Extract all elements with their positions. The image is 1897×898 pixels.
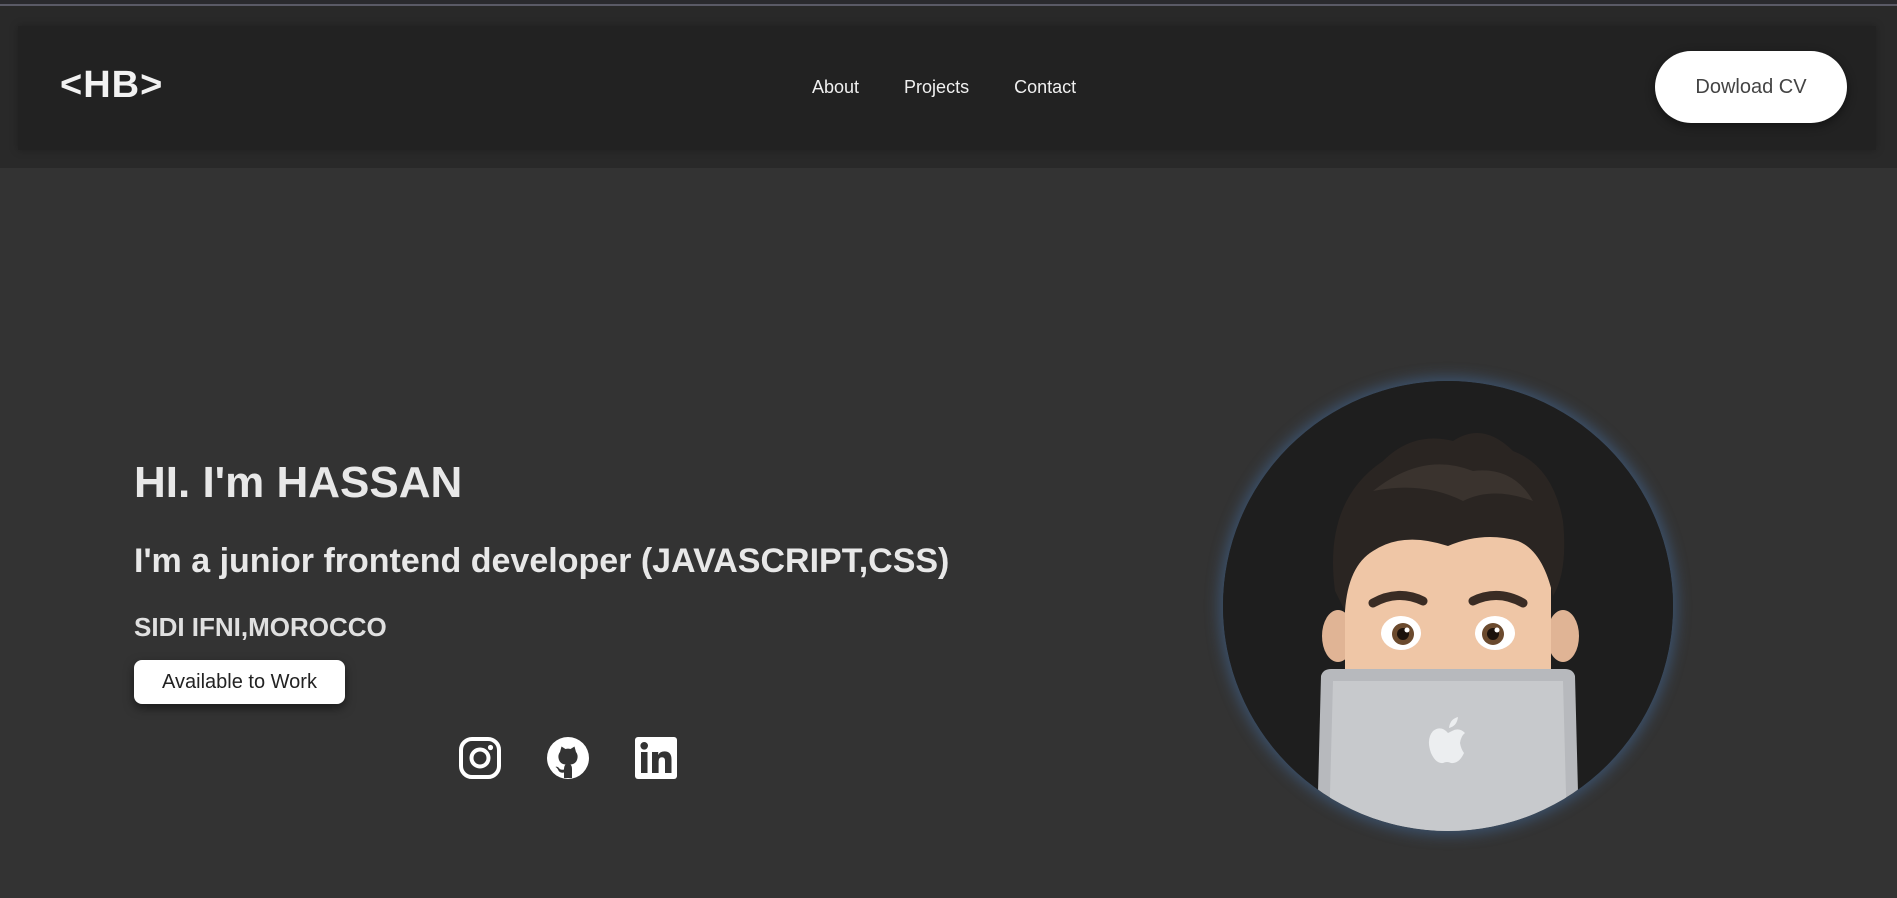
navbar: <HB> About Projects Contact Dowload CV bbox=[18, 26, 1876, 150]
avatar bbox=[1223, 381, 1673, 831]
nav-links: About Projects Contact bbox=[812, 77, 1076, 98]
hero-subtitle: I'm a junior frontend developer (JAVASCR… bbox=[134, 542, 950, 580]
logo[interactable]: <HB> bbox=[60, 64, 163, 107]
available-to-work-button[interactable]: Available to Work bbox=[134, 660, 345, 704]
github-icon[interactable] bbox=[546, 736, 590, 780]
nav-link-projects[interactable]: Projects bbox=[904, 77, 969, 98]
hero-location: SIDI IFNI,MOROCCO bbox=[134, 612, 387, 642]
linkedin-icon[interactable] bbox=[634, 736, 678, 780]
download-cv-button[interactable]: Dowload CV bbox=[1655, 51, 1847, 123]
instagram-icon[interactable] bbox=[458, 736, 502, 780]
nav-link-contact[interactable]: Contact bbox=[1014, 77, 1076, 98]
hero-title: HI. I'm HASSAN bbox=[134, 458, 463, 507]
nav-link-about[interactable]: About bbox=[812, 77, 859, 98]
memoji-avatar-with-laptop-icon bbox=[1223, 381, 1673, 831]
social-links bbox=[458, 736, 678, 780]
